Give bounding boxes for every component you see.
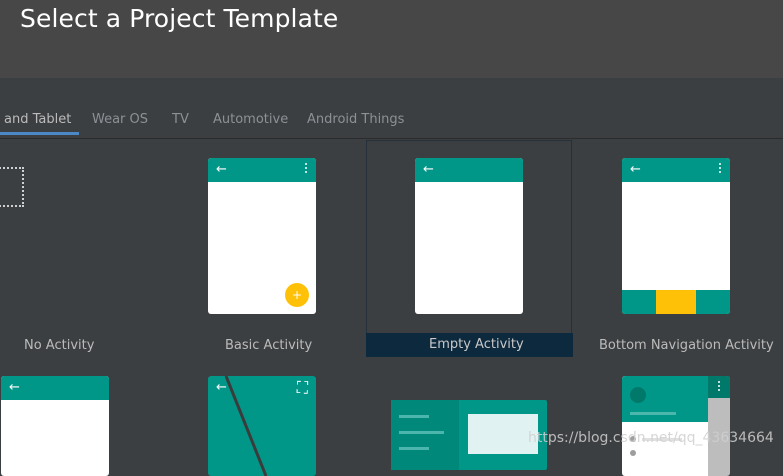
tab-wear-os[interactable]: Wear OS: [92, 112, 148, 127]
phone-preview: ←: [415, 158, 523, 314]
app-bar: ←: [415, 158, 523, 182]
active-tab-indicator: [0, 132, 79, 135]
back-arrow-icon: ←: [216, 380, 227, 395]
watermark: https://blog.csdn.net/qq_43634664: [528, 430, 774, 446]
dialog-header: Select a Project Template: [0, 0, 783, 78]
phone-preview: ← +: [208, 158, 316, 314]
template-label: Empty Activity: [429, 337, 524, 352]
app-bar: ←: [1, 376, 109, 400]
overflow-menu-icon: [719, 163, 722, 175]
drawer-header: [622, 376, 708, 422]
phone-preview: ←: [622, 158, 730, 314]
bottom-navigation-bar: [622, 290, 730, 314]
phone-preview: ←: [1, 376, 109, 476]
template-label: Bottom Navigation Activity: [599, 338, 774, 353]
back-arrow-icon: ←: [423, 162, 434, 177]
tab-phone-and-tablet[interactable]: and Tablet: [4, 112, 71, 127]
page-title: Select a Project Template: [20, 4, 339, 33]
fullscreen-icon: ⛶: [296, 378, 308, 397]
phone-preview: [622, 376, 730, 476]
app-bar: ←: [622, 158, 730, 182]
drawer-panel: [622, 376, 708, 476]
dotted-placeholder-icon: [0, 167, 24, 207]
back-arrow-icon: ←: [216, 162, 227, 177]
form-factor-tabs: and Tablet Wear OS TV Automotive Android…: [0, 78, 783, 139]
tab-android-things[interactable]: Android Things: [307, 112, 404, 127]
app-bar: [708, 376, 730, 398]
back-arrow-icon: ←: [630, 162, 641, 177]
tablet-preview: [391, 400, 547, 470]
back-arrow-icon: ←: [9, 380, 20, 395]
fab-icon: +: [285, 283, 309, 307]
master-pane: [391, 400, 459, 470]
template-label: Basic Activity: [225, 338, 313, 353]
bottom-nav-selected-item: [656, 290, 696, 314]
avatar: [630, 387, 646, 403]
app-bar: ←: [208, 158, 316, 182]
tab-tv[interactable]: TV: [172, 112, 189, 127]
overflow-menu-icon: [305, 163, 308, 175]
template-label: No Activity: [24, 338, 95, 353]
overflow-menu-icon: [718, 381, 721, 393]
tab-automotive[interactable]: Automotive: [213, 112, 288, 127]
phone-preview: ← ⛶: [208, 376, 316, 476]
